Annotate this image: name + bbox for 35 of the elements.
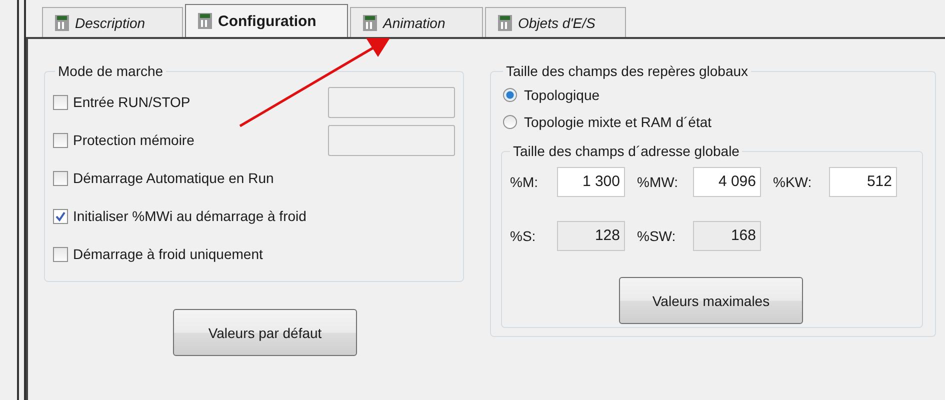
checkbox-label: Entrée RUN/STOP [73, 94, 190, 110]
checkbox-label: Initialiser %MWi au démarrage à froid [73, 208, 306, 224]
tab[interactable]: Description [42, 7, 183, 37]
tab[interactable]: Configuration [185, 4, 348, 37]
checkbox[interactable] [53, 170, 68, 186]
field-label: %M: [509, 174, 539, 190]
defaults-button[interactable]: Valeurs par défaut [173, 309, 357, 356]
field-label: %S: [509, 228, 537, 244]
radio-button[interactable] [503, 114, 517, 128]
tab[interactable]: Animation [350, 7, 483, 37]
group-title: Taille des champs des repères globaux [505, 63, 750, 79]
checkbox-label: Démarrage Automatique en Run [73, 170, 274, 186]
radio-button[interactable] [503, 88, 517, 102]
radio-label: Topologie mixte et RAM d´état [524, 114, 712, 130]
tab[interactable]: Objets d'E/S [485, 7, 626, 37]
checkbox-label: Protection mémoire [73, 132, 194, 148]
number-field[interactable]: 512 [829, 167, 897, 197]
number-field[interactable]: 1 300 [557, 167, 625, 197]
checkbox[interactable] [53, 94, 68, 110]
device-icon [498, 14, 512, 30]
field-label: %SW: [636, 228, 677, 244]
group-title: Taille des champs d´adresse globale [512, 143, 740, 159]
device-icon [55, 14, 69, 30]
radio-label: Topologique [524, 86, 600, 102]
device-icon [198, 13, 212, 29]
checkbox-label: Démarrage à froid uniquement [73, 246, 263, 262]
group-title: Mode de marche [57, 63, 164, 79]
maximum-values-button[interactable]: Valeurs maximales [619, 277, 803, 324]
device-icon [363, 14, 377, 30]
checkbox[interactable] [53, 246, 68, 262]
checkbox[interactable] [53, 208, 68, 224]
field-label: %MW: [636, 174, 679, 190]
field-label: %KW: [772, 174, 813, 190]
number-field[interactable]: 4 096 [693, 167, 761, 197]
checkbox[interactable] [53, 132, 68, 148]
